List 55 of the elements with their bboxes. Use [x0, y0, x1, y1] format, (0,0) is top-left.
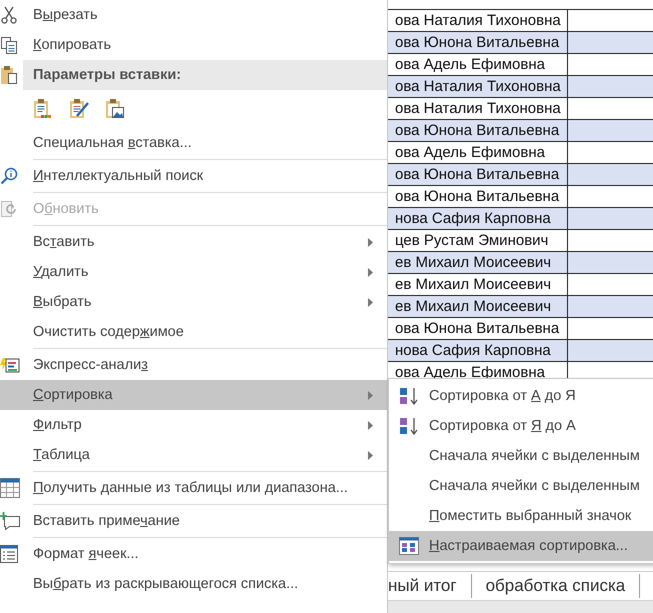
table-cell: ова Юнона Витальевна — [388, 164, 568, 185]
paste-formatting-icon[interactable] — [69, 98, 89, 120]
table-cell: ев Михаил Моисеевич — [388, 274, 568, 295]
submenu-arrow-icon — [368, 298, 373, 306]
table-cell: ев Михаил Моисеевич — [388, 296, 568, 317]
menu-item[interactable]: Фильтр — [0, 410, 387, 440]
menu-item[interactable]: Настраиваемая сортировка... — [389, 531, 653, 561]
custom-sort-icon — [399, 537, 419, 555]
menu-item[interactable]: Вырезать — [0, 0, 387, 30]
table-cell: ова Юнона Витальевна — [388, 32, 568, 53]
table-cell: цев Рустам Эминович — [388, 230, 568, 251]
table-cell: ова Наталия Тихоновна — [388, 98, 568, 119]
section-header: Параметры вставки: — [23, 60, 387, 90]
menu-item[interactable]: Удалить — [0, 257, 387, 287]
menu-item[interactable]: Экспресс-анализ — [0, 350, 387, 380]
submenu-arrow-icon — [368, 238, 373, 246]
menu-item[interactable]: Выбрать из раскрывающегося списка... — [0, 569, 387, 599]
menu-item[interactable]: Сортировка от Я до А — [389, 411, 653, 441]
paste-text-icon[interactable] — [33, 98, 53, 120]
table-cell: нова Сафия Карповна — [388, 340, 568, 361]
menu-item[interactable]: Сначала ячейки с выделенным — [389, 471, 653, 501]
submenu-arrow-icon — [368, 268, 373, 276]
menu-item[interactable]: Получить данные из таблицы или диапазона... — [0, 473, 387, 503]
menu-item[interactable]: Очистить содержимое — [0, 317, 387, 347]
table-cell: ова Юнона Витальевна — [388, 318, 568, 339]
submenu-arrow-icon — [368, 390, 373, 400]
table-cell: ова Адель Ефимовна — [388, 54, 568, 75]
sort-ascending-icon — [399, 387, 419, 405]
table-cell: нова Сафия Карповна — [388, 208, 568, 229]
menu-item[interactable]: Формат ячеек... — [0, 539, 387, 569]
submenu-arrow-icon — [368, 450, 373, 460]
paste-picture-icon[interactable] — [105, 98, 125, 120]
sheet-tab[interactable]: обработка списка — [486, 574, 640, 598]
menu-item[interactable]: Таблица — [0, 440, 387, 470]
menu-item[interactable]: Специальная вставка... — [0, 128, 387, 158]
table-cell: ев Михаил Моисеевич — [388, 252, 568, 273]
menu-item[interactable]: Интеллектуальный поиск — [0, 161, 387, 191]
table-cell: ова Адель Ефимовна — [388, 142, 568, 163]
submenu-arrow-icon — [368, 420, 373, 430]
refresh-icon — [0, 200, 18, 218]
menu-item[interactable]: Сначала ячейки с выделенным — [389, 441, 653, 471]
menu-item[interactable]: Выбрать — [0, 287, 387, 317]
table-cell: ова Наталия Тихоновна — [388, 76, 568, 97]
table-cell: ова Юнона Витальевна — [388, 120, 568, 141]
menu-item[interactable]: Вставить — [0, 227, 387, 257]
menu-item[interactable]: Вставить примечание — [0, 506, 387, 536]
table-cell: ова Юнона Витальевна — [388, 186, 568, 207]
scissors-icon — [0, 6, 18, 24]
sheet-tab[interactable]: ный итог — [388, 574, 472, 598]
menu-item[interactable]: Копировать — [0, 30, 387, 60]
table-cell: ова Наталия Тихоновна — [388, 10, 568, 31]
menu-item[interactable]: Сортировка — [0, 380, 387, 410]
sort-descending-icon — [399, 417, 419, 435]
menu-item[interactable]: Сортировка от А до Я — [389, 381, 653, 411]
menu-item[interactable]: Поместить выбранный значок — [389, 501, 653, 531]
